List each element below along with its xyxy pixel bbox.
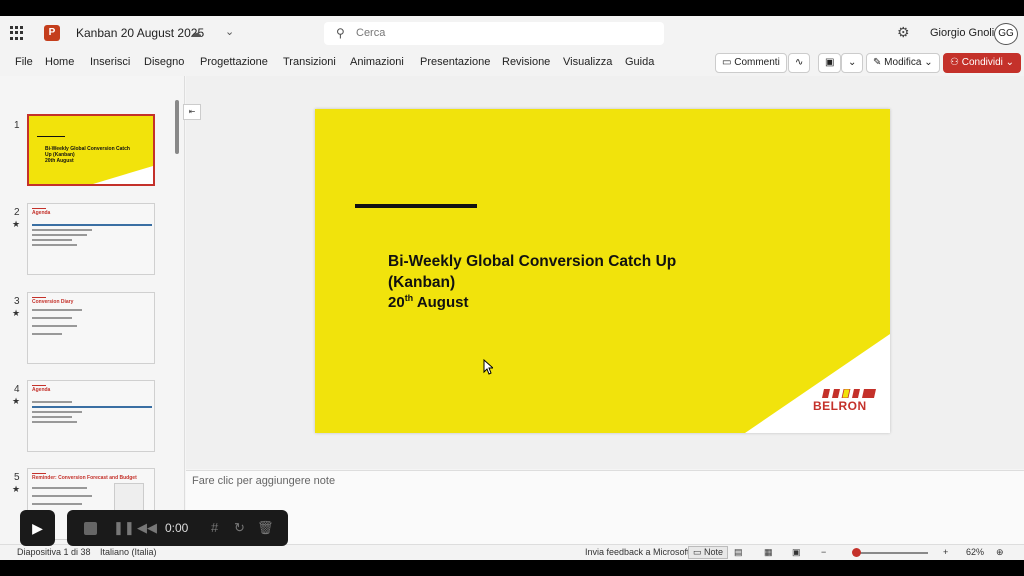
star-icon: ★ (12, 308, 21, 318)
present-button[interactable]: ▣ (818, 53, 842, 73)
zoom-slider-track[interactable] (856, 552, 928, 554)
tab-home[interactable]: Home (45, 56, 74, 68)
thumb-number: 2 (14, 207, 20, 218)
star-icon: ★ (12, 484, 21, 494)
search-placeholder: Cerca (356, 27, 386, 39)
notes-label: Note (704, 547, 724, 557)
tab-file[interactable]: File (15, 56, 33, 68)
camera-toggle-button[interactable]: ▶ (20, 510, 55, 546)
collapse-panel-icon[interactable]: ⇤ (183, 104, 201, 120)
pause-icon[interactable]: ❚❚ (113, 520, 135, 536)
status-bar: Diapositiva 1 di 38 Italiano (Italia) In… (0, 544, 1024, 560)
thumb-title: Agenda (32, 387, 51, 393)
current-slide[interactable]: Bi-Weekly Global Conversion Catch Up (Ka… (315, 109, 890, 433)
cloud-saved-icon: ☁ (190, 26, 202, 40)
tab-review[interactable]: Revisione (502, 56, 550, 68)
tab-slideshow[interactable]: Presentazione (420, 56, 490, 68)
tab-draw[interactable]: Disegno (144, 56, 184, 68)
user-name: Giorgio Gnoli (930, 27, 995, 39)
reading-view-icon[interactable]: ▣ (792, 547, 801, 558)
notes-toggle-button[interactable]: ▭ Note (688, 546, 729, 559)
present-dropdown[interactable]: ⌄ (841, 53, 864, 73)
tab-view[interactable]: Visualizza (563, 56, 612, 68)
zoom-in-icon[interactable]: + (943, 547, 948, 557)
recording-toolbar: ❚❚ ◀◀ 0:00 # ↻ 🗑 (67, 510, 288, 546)
notes-placeholder: Fare clic per aggiungere note (192, 475, 336, 487)
feedback-link[interactable]: Invia feedback a Microsoft (585, 547, 690, 557)
recording-timer: 0:00 (165, 521, 189, 535)
tab-design[interactable]: Progettazione (200, 56, 268, 68)
star-icon: ★ (12, 396, 21, 406)
search-icon: ⚲ (336, 26, 345, 40)
thumb-title: Conversion Diary (32, 299, 74, 305)
pulse-icon: ∿ (795, 57, 804, 68)
thumbnail-scrollbar[interactable] (175, 100, 179, 154)
mouse-cursor-icon (483, 359, 493, 375)
normal-view-icon[interactable]: ▤ (734, 547, 743, 558)
thumb-title: Reminder: Conversion Forecast and Budget (32, 475, 137, 481)
document-title[interactable]: Kanban 20 August 2025 (76, 26, 204, 40)
thumbnail-slide-4[interactable]: Agenda (27, 380, 155, 452)
thumb-subtitle: 20th August (45, 158, 74, 164)
powerpoint-logo-icon: P (44, 25, 60, 41)
slide-sorter-icon[interactable]: ▦ (764, 547, 773, 558)
comment-icon: ▭ (722, 57, 735, 68)
stop-recording-button[interactable] (84, 522, 97, 535)
panel-divider (184, 76, 185, 536)
thumb-title: Bi-Weekly Global Conversion Catch Up (Ka… (45, 146, 130, 158)
app-launcher-icon[interactable] (10, 26, 24, 40)
powerpoint-app: P Kanban 20 August 2025 ☁ ⌄ ⚲ Cerca ⚙ Gi… (0, 16, 1024, 560)
tab-transitions[interactable]: Transizioni (283, 56, 336, 68)
zoom-level[interactable]: 62% (966, 547, 984, 557)
share-button[interactable]: ⚇ Condividi ⌄ (943, 53, 1022, 73)
chevron-down-icon: ⌄ (848, 57, 857, 68)
rewind-icon[interactable]: ◀◀ (137, 520, 157, 536)
slide-thumbnail-panel: 1 Bi-Weekly Global Conversion Catch Up (… (0, 76, 180, 540)
tab-insert[interactable]: Inserisci (90, 56, 130, 68)
trash-icon[interactable]: 🗑 (257, 520, 274, 536)
comments-button[interactable]: ▭ Commenti (715, 53, 787, 73)
notes-icon: ▭ (693, 547, 705, 557)
language-indicator[interactable]: Italiano (Italia) (100, 547, 157, 557)
zoom-out-icon[interactable]: − (821, 547, 826, 557)
thumb-number: 5 (14, 472, 20, 483)
slide-counter: Diapositiva 1 di 38 (17, 547, 91, 557)
thumbnail-slide-1[interactable]: Bi-Weekly Global Conversion Catch Up (Ka… (27, 114, 155, 186)
belron-logo-icon (822, 389, 876, 398)
star-icon: ★ (12, 219, 21, 229)
slide-white-corner (745, 334, 890, 433)
chevron-down-icon[interactable]: ⌄ (225, 25, 234, 38)
ribbon-tabs: File Home Inserisci Disegno Progettazion… (0, 50, 1024, 76)
thumb-title: Agenda (32, 210, 51, 216)
restart-icon[interactable]: ↻ (234, 520, 245, 536)
tab-animations[interactable]: Animazioni (350, 56, 404, 68)
thumb-number: 1 (14, 120, 20, 131)
video-camera-icon: ▶ (32, 520, 43, 536)
tab-help[interactable]: Guida (625, 56, 654, 68)
catch-up-button[interactable]: ∿ (788, 53, 811, 73)
belron-logo-text: BELRON (813, 399, 867, 413)
edit-mode-button[interactable]: ✎ Modifica ⌄ (866, 53, 940, 73)
thumbnail-slide-2[interactable]: Agenda (27, 203, 155, 275)
grid-icon[interactable]: # (211, 520, 218, 535)
zoom-slider-handle[interactable] (852, 548, 861, 557)
avatar[interactable]: GG (994, 23, 1018, 45)
notes-pane[interactable]: Fare clic per aggiungere note (186, 470, 1024, 544)
search-box[interactable]: ⚲ Cerca (324, 22, 664, 45)
thumb-number: 3 (14, 296, 20, 307)
fit-to-window-icon[interactable]: ⊕ (996, 547, 1004, 558)
edit-label: Modifica (884, 57, 922, 68)
present-icon: ▣ (825, 57, 835, 68)
thumb-number: 4 (14, 384, 20, 395)
comments-label: Commenti (734, 57, 780, 68)
thumbnail-slide-3[interactable]: Conversion Diary (27, 292, 155, 364)
people-icon: ⚇ (950, 57, 962, 68)
gear-icon[interactable]: ⚙ (897, 24, 910, 41)
share-label: Condividi (961, 57, 1003, 68)
pencil-icon: ✎ (873, 57, 885, 68)
title-bar: P Kanban 20 August 2025 ☁ ⌄ ⚲ Cerca ⚙ Gi… (0, 16, 1024, 50)
